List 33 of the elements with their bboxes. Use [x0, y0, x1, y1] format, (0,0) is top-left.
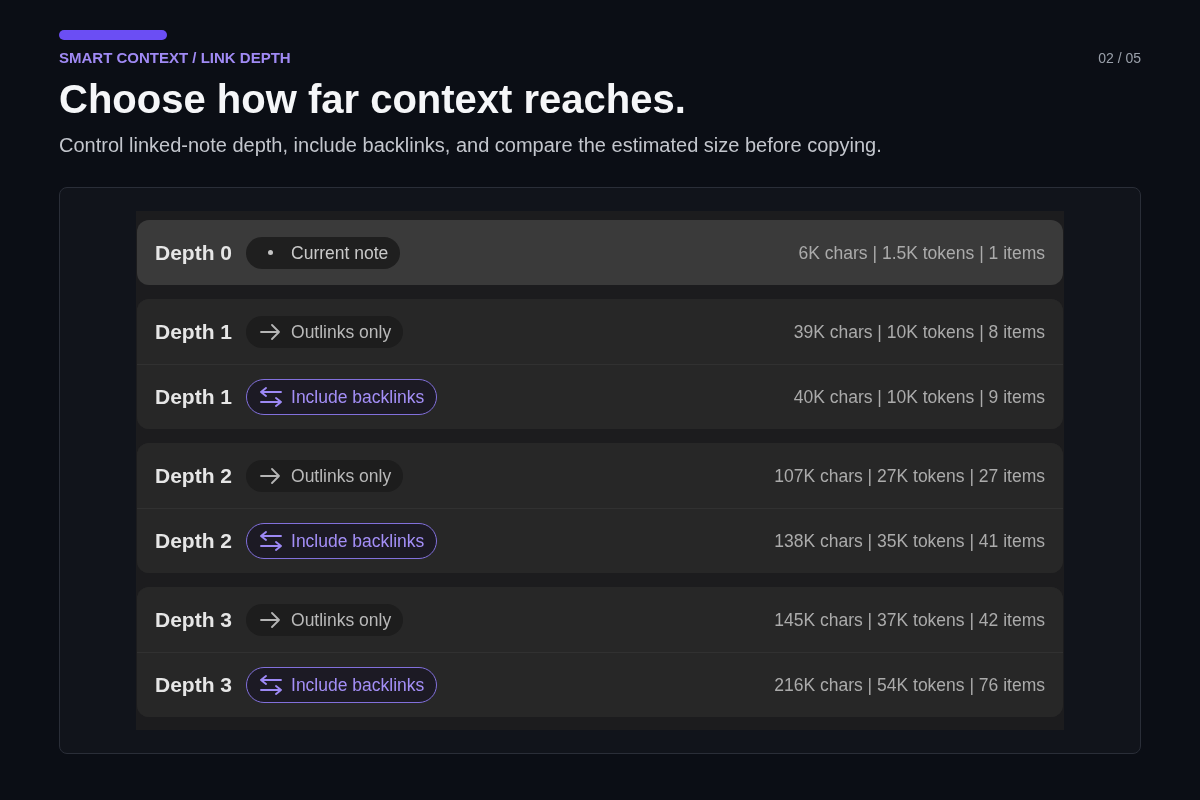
link-mode-text: Current note: [291, 242, 389, 263]
link-mode-text: Include backlinks: [291, 675, 425, 695]
size-estimate: 138K chars | 35K tokens | 41 items: [774, 530, 1045, 552]
link-mode-text: Outlinks only: [291, 609, 392, 630]
arrow-right-icon: [260, 323, 280, 340]
dot-icon: [268, 250, 273, 255]
arrow-right-icon: [260, 611, 280, 628]
size-estimate: 40K chars | 10K tokens | 9 items: [793, 386, 1045, 408]
swap-arrows-icon: [260, 675, 282, 695]
page-subtitle: Control linked-note depth, include backlinks, and compare the estimated size before copying.: [59, 133, 883, 157]
depth-label: Depth 3: [155, 606, 232, 633]
link-mode-text: Include backlinks: [291, 387, 425, 407]
depth-label: Depth 0: [155, 239, 232, 266]
arrow-right-icon: [260, 467, 280, 484]
page-title: Choose how far context reaches.: [59, 76, 687, 122]
swap-arrows-icon: [260, 387, 282, 407]
size-estimate: 6K chars | 1.5K tokens | 1 items: [798, 241, 1045, 264]
size-estimate: 145K chars | 37K tokens | 42 items: [774, 608, 1045, 631]
link-mode-text: Outlinks only: [291, 465, 392, 486]
page-counter: 02 / 05: [1098, 50, 1141, 66]
depth-label: Depth 3: [155, 672, 232, 698]
depth-option[interactable]: Depth 0 Current note 6K chars | 1.5K tokens | 1 items: [137, 220, 1063, 285]
section-eyebrow: SMART CONTEXT / LINK DEPTH: [59, 50, 291, 66]
depth-label: Depth 2: [155, 528, 232, 554]
depth-label: Depth 2: [155, 462, 232, 489]
link-mode-text: Include backlinks: [291, 531, 425, 551]
size-estimate: 39K chars | 10K tokens | 8 items: [793, 320, 1045, 343]
link-mode-text: Outlinks only: [291, 321, 392, 342]
swap-arrows-icon: [260, 531, 282, 551]
size-estimate: 216K chars | 54K tokens | 76 items: [774, 674, 1045, 696]
depth-label: Depth 1: [155, 384, 232, 410]
size-estimate: 107K chars | 27K tokens | 27 items: [774, 464, 1045, 487]
depth-label: Depth 1: [155, 318, 232, 345]
